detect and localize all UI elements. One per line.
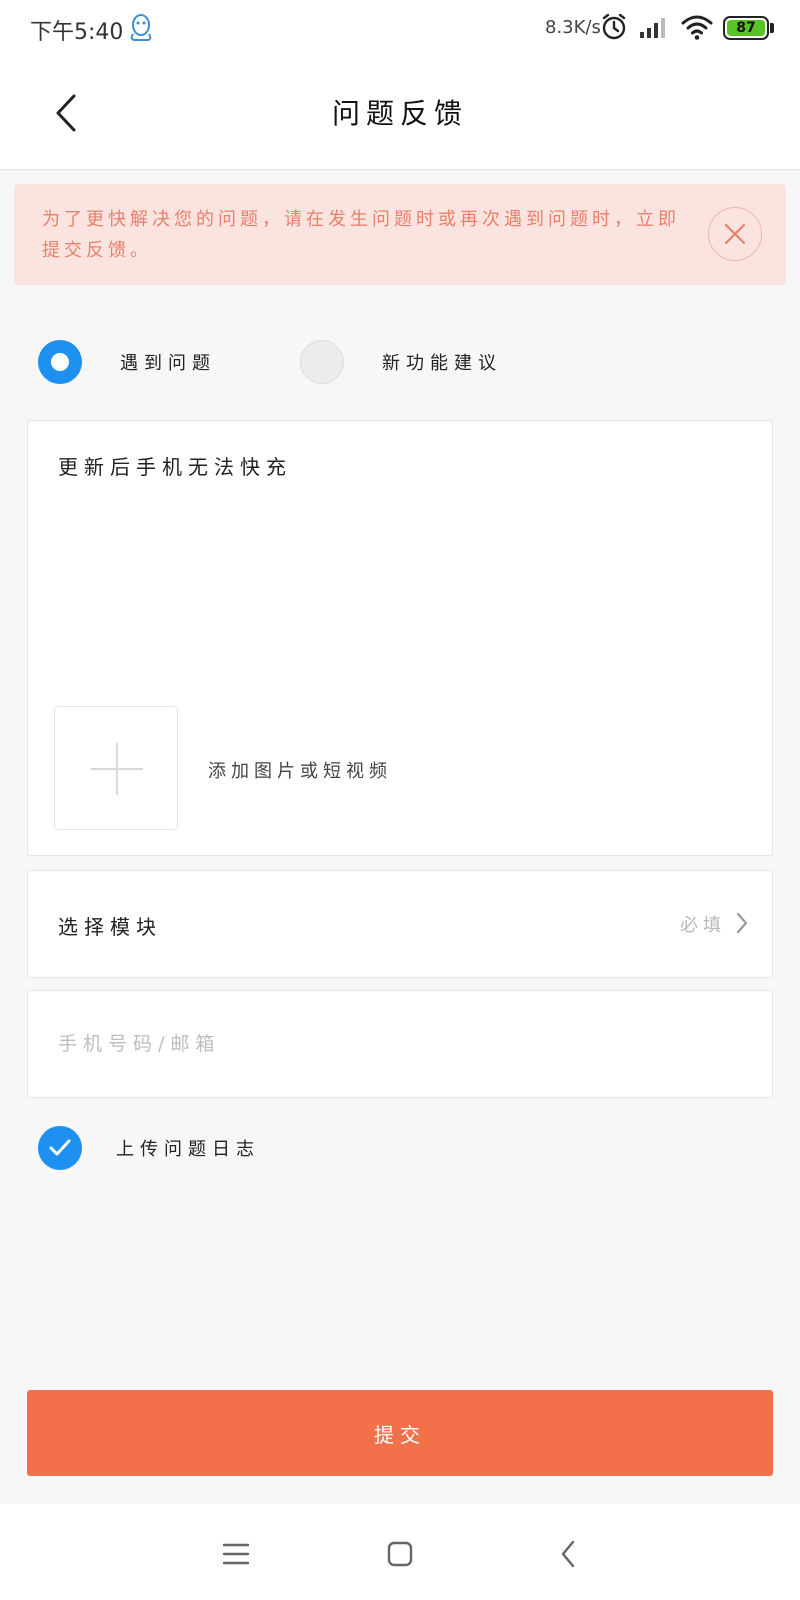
header: 问题反馈 (0, 58, 800, 170)
alarm-icon (602, 13, 626, 40)
home-button[interactable] (380, 1534, 420, 1574)
notice-banner: 为了更快解决您的问题，请在发生问题时或再次遇到问题时，立即提交反馈。 (14, 184, 786, 285)
back-icon (561, 1540, 575, 1568)
radio-selected-icon (38, 340, 82, 384)
chevron-right-icon (736, 912, 748, 934)
contact-input[interactable] (58, 1021, 738, 1067)
qq-icon (130, 14, 152, 41)
menu-icon (223, 1543, 249, 1565)
radio-problem-label: 遇到问题 (120, 353, 216, 374)
upload-log-checkbox[interactable]: 上传问题日志 (38, 1125, 260, 1171)
module-select[interactable]: 选择模块 必填 (27, 870, 773, 978)
close-button[interactable] (708, 207, 762, 261)
add-media-label: 添加图片或短视频 (208, 761, 392, 782)
signal-icon (640, 18, 665, 38)
submit-button[interactable]: 提交 (27, 1390, 773, 1476)
home-icon (387, 1541, 413, 1567)
feedback-text: 更新后手机无法快充 (58, 455, 292, 479)
radio-unselected-icon (300, 340, 344, 384)
plus-icon (91, 743, 143, 795)
nav-bar (0, 1504, 800, 1600)
check-icon (38, 1126, 82, 1170)
radio-suggestion-label: 新功能建议 (382, 353, 502, 374)
menu-button[interactable] (216, 1534, 256, 1574)
add-media-button[interactable] (54, 706, 178, 830)
contact-field (27, 990, 773, 1098)
status-bar: 下午5:40 8.3K/s 87 (0, 0, 800, 58)
net-speed: 8.3K/s (545, 17, 601, 38)
status-time: 下午5:40 (30, 20, 124, 45)
back-button[interactable] (46, 88, 86, 138)
notice-text: 为了更快解决您的问题，请在发生问题时或再次遇到问题时，立即提交反馈。 (42, 209, 680, 261)
module-required-hint: 必填 (680, 915, 726, 936)
close-icon (724, 223, 746, 245)
battery-level: 87 (727, 20, 765, 36)
page-title: 问题反馈 (331, 97, 468, 130)
radio-suggestion[interactable]: 新功能建议 (300, 340, 502, 384)
feedback-type-group: 遇到问题 新功能建议 (38, 340, 762, 386)
feedback-textarea[interactable]: 更新后手机无法快充 添加图片或短视频 (27, 420, 773, 856)
radio-problem[interactable]: 遇到问题 (38, 340, 216, 384)
module-label: 选择模块 (58, 915, 162, 939)
upload-log-label: 上传问题日志 (116, 1139, 260, 1160)
chevron-left-icon (56, 94, 76, 132)
nav-back-button[interactable] (548, 1534, 588, 1574)
wifi-icon (681, 15, 713, 40)
battery-icon: 87 (723, 16, 775, 40)
